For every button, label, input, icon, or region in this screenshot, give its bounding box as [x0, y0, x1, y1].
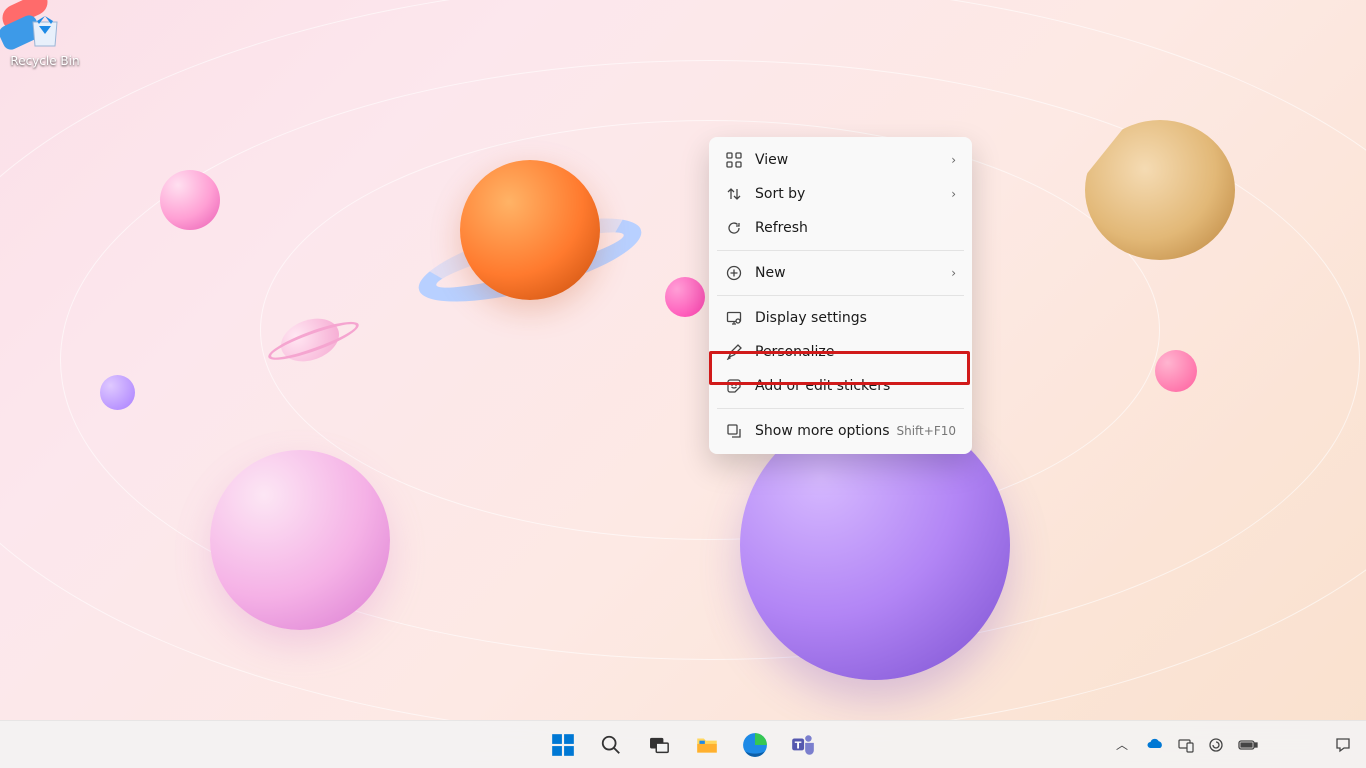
menu-item-sort-by[interactable]: Sort by › — [715, 177, 966, 211]
menu-item-shortcut: Shift+F10 — [896, 424, 956, 438]
notification-icon — [1334, 736, 1352, 754]
system-tray[interactable] — [1138, 725, 1266, 765]
menu-item-display-settings[interactable]: Display settings — [715, 301, 966, 335]
desktop-icon-label: Recycle Bin — [10, 54, 80, 68]
wallpaper-planet — [100, 375, 135, 410]
edge-icon — [742, 732, 768, 758]
menu-separator — [717, 295, 964, 296]
battery-icon — [1238, 738, 1258, 752]
menu-item-new[interactable]: New › — [715, 256, 966, 290]
wallpaper-planet — [1155, 350, 1197, 392]
devices-icon — [1178, 737, 1194, 753]
wallpaper-planet — [665, 277, 705, 317]
new-icon — [725, 264, 743, 282]
desktop-context-menu: View › Sort by › Refresh New › — [709, 137, 972, 454]
menu-item-label: Display settings — [755, 310, 956, 326]
file-explorer-icon — [694, 732, 720, 758]
stickers-icon — [725, 377, 743, 395]
task-view-button[interactable] — [638, 725, 680, 765]
file-explorer-button[interactable] — [686, 725, 728, 765]
menu-separator — [717, 408, 964, 409]
menu-item-show-more-options[interactable]: Show more options Shift+F10 — [715, 414, 966, 448]
menu-item-label: Personalize — [755, 344, 956, 360]
menu-item-label: Sort by — [755, 186, 951, 202]
menu-item-label: Show more options — [755, 423, 896, 439]
desktop-icon-recycle-bin[interactable]: Recycle Bin — [10, 8, 80, 68]
refresh-icon — [725, 219, 743, 237]
wallpaper-planet — [210, 450, 390, 630]
chevron-up-icon: ︿ — [1116, 736, 1128, 753]
sort-icon — [725, 185, 743, 203]
menu-item-label: Add or edit stickers — [755, 378, 956, 394]
wallpaper-planet — [460, 160, 600, 300]
task-view-icon — [648, 734, 670, 756]
windows-logo-icon — [550, 732, 576, 758]
svg-text:T: T — [795, 740, 802, 751]
view-grid-icon — [725, 151, 743, 169]
tray-overflow-button[interactable]: ︿ — [1108, 725, 1136, 765]
teams-icon: T — [790, 732, 816, 758]
search-icon — [600, 734, 622, 756]
desktop[interactable]: Recycle Bin View › Sort by › Refresh — [0, 0, 1366, 768]
onedrive-icon — [1146, 736, 1164, 754]
menu-item-view[interactable]: View › — [715, 143, 966, 177]
menu-item-label: New — [755, 265, 951, 281]
chevron-right-icon: › — [951, 187, 956, 201]
teams-button[interactable]: T — [782, 725, 824, 765]
notification-center-button[interactable] — [1326, 725, 1360, 765]
chevron-right-icon: › — [951, 153, 956, 167]
show-more-icon — [725, 422, 743, 440]
updates-icon — [1208, 737, 1224, 753]
search-button[interactable] — [590, 725, 632, 765]
menu-separator — [717, 250, 964, 251]
display-settings-icon — [725, 309, 743, 327]
menu-item-add-edit-stickers[interactable]: Add or edit stickers — [715, 369, 966, 403]
wallpaper-planet — [160, 170, 220, 230]
tray-datetime[interactable] — [1268, 725, 1324, 765]
menu-item-label: Refresh — [755, 220, 956, 236]
taskbar: T ︿ — [0, 720, 1366, 768]
chevron-right-icon: › — [951, 266, 956, 280]
recycle-bin-icon — [23, 8, 67, 52]
menu-item-personalize[interactable]: Personalize — [715, 335, 966, 369]
menu-item-label: View — [755, 152, 951, 168]
start-button[interactable] — [542, 725, 584, 765]
edge-button[interactable] — [734, 725, 776, 765]
personalize-icon — [725, 343, 743, 361]
menu-item-refresh[interactable]: Refresh — [715, 211, 966, 245]
